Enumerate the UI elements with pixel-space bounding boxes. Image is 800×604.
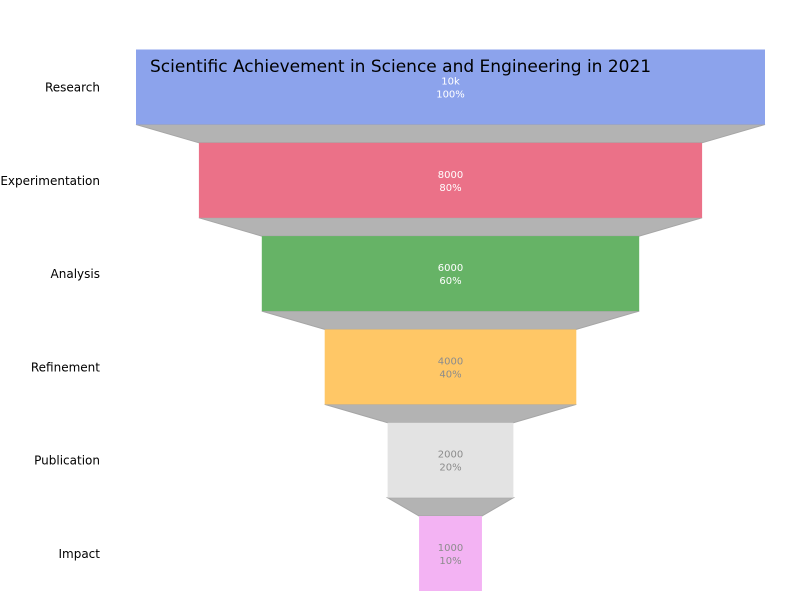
funnel-stage-labels: Research Experimentation Analysis Refinemen… [0,81,100,562]
funnel-stage-label-publication: Publication [34,454,100,468]
funnel-value-label-publication: 2000 [438,450,463,461]
funnel-value-label-analysis: 6000 [438,263,463,274]
funnel-stage-label-impact: Impact [58,547,100,561]
funnel-percent-label-refinement: 40% [439,369,461,380]
funnel-percent-label-impact: 10% [439,556,461,567]
funnel-value-label-experimentation: 8000 [438,170,463,181]
funnel-chart: 10k 100% 8000 80% 6000 60% 4000 40% 2000 20% 1000 1… [0,0,800,600]
funnel-percent-label-publication: 20% [439,463,461,474]
funnel-value-label-research: 10k [441,77,460,88]
funnel-connector-research [135,124,766,144]
funnel-connector-experimentation [198,217,703,237]
funnel-connector-publication [385,497,516,517]
funnel-chart-svg: 10k 100% 8000 80% 6000 60% 4000 40% 2000 20% 1000 1… [0,49,766,591]
funnel-percent-label-analysis: 60% [439,276,461,287]
funnel-stage-label-refinement: Refinement [31,360,100,374]
funnel-stage-label-analysis: Analysis [51,267,100,281]
funnel-value-label-impact: 1000 [438,543,463,554]
funnel-stage-label-research: Research [45,81,100,95]
funnel-connector-refinement [324,403,577,424]
funnel-percent-label-experimentation: 80% [439,183,461,194]
funnel-percent-label-research: 100% [436,90,465,101]
funnel-connector-analysis [261,310,640,330]
chart-title: Scientific Achievement in Science and En… [150,57,651,77]
funnel-value-label-refinement: 4000 [438,356,463,367]
funnel-stage-label-experimentation: Experimentation [0,174,100,188]
